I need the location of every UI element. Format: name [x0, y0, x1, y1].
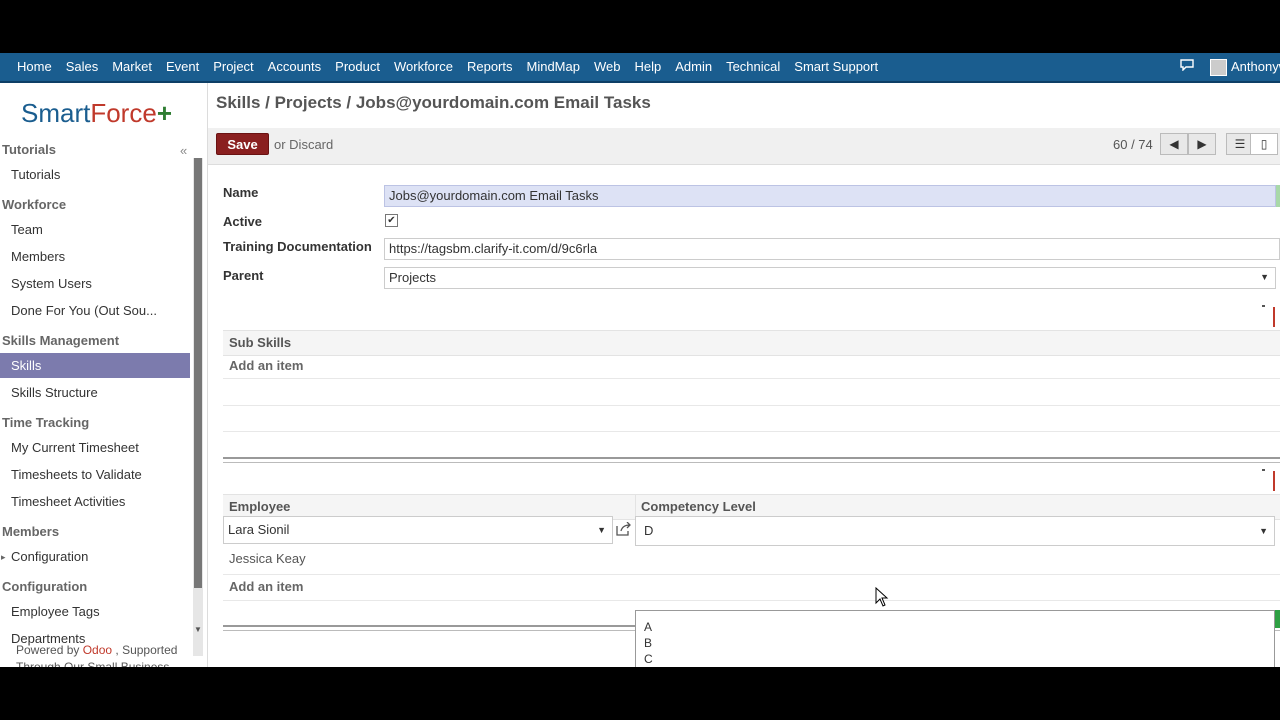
- name-field-edge: [1276, 185, 1280, 207]
- caret-right-icon: ▸: [1, 552, 6, 562]
- competency-level-select[interactable]: D ▼: [635, 516, 1275, 546]
- row-divider: [223, 600, 1280, 601]
- parent-select[interactable]: Projects ▼: [384, 267, 1276, 289]
- active-label: Active: [223, 214, 263, 229]
- sidebar-item-employee-tags[interactable]: Employee Tags: [11, 604, 100, 619]
- dot-marker: [1262, 469, 1265, 471]
- sidebar-scrollbar[interactable]: [193, 158, 203, 656]
- pager-counter: 60 / 74: [1113, 137, 1153, 152]
- dropdown-option-c[interactable]: C: [636, 651, 1274, 667]
- next-record-button[interactable]: ▶: [1188, 133, 1216, 155]
- training-documentation-label: Training Documentation: [223, 239, 372, 254]
- sub-skills-add-item[interactable]: Add an item: [229, 358, 303, 373]
- chat-icon[interactable]: [1180, 59, 1196, 73]
- chevron-down-icon: ▼: [597, 525, 606, 535]
- sidebar-item-skills-structure[interactable]: Skills Structure: [11, 385, 98, 400]
- menu-smart-support[interactable]: Smart Support: [787, 53, 885, 81]
- menu-admin[interactable]: Admin: [668, 53, 719, 81]
- dropdown-option-a[interactable]: A: [636, 619, 1274, 635]
- breadcrumb: Skills / Projects / Jobs@yourdomain.com …: [216, 93, 651, 112]
- user-menu[interactable]: Anthonyw: [1231, 53, 1280, 80]
- sidebar-item-tutorials[interactable]: Tutorials: [11, 167, 60, 182]
- menu-accounts[interactable]: Accounts: [261, 53, 328, 81]
- training-documentation-field[interactable]: https://tagsbm.clarify-it.com/d/9c6rla: [384, 238, 1280, 260]
- employee-row-name[interactable]: Jessica Keay: [229, 551, 306, 566]
- active-checkbox[interactable]: ✔: [385, 214, 398, 227]
- sidebar-heading-tutorials[interactable]: Tutorials: [2, 142, 56, 157]
- sidebar-item-timesheets-to-validate[interactable]: Timesheets to Validate: [11, 467, 142, 482]
- top-navigation-bar: Home Sales Market Event Project Accounts…: [0, 53, 1280, 83]
- sidebar-item-my-timesheet[interactable]: My Current Timesheet: [11, 440, 139, 455]
- sidebar-item-timesheet-activities[interactable]: Timesheet Activities: [11, 494, 125, 509]
- menu-help[interactable]: Help: [627, 53, 668, 81]
- menu-product[interactable]: Product: [328, 53, 387, 81]
- menu-workforce[interactable]: Workforce: [387, 53, 460, 81]
- odoo-link[interactable]: Odoo: [83, 643, 112, 657]
- name-field[interactable]: Jobs@yourdomain.com Email Tasks: [384, 185, 1276, 207]
- table-bottom-border: [223, 462, 1280, 463]
- column-competency-level[interactable]: Competency Level: [641, 499, 756, 514]
- parent-label: Parent: [223, 268, 264, 283]
- employee-select[interactable]: Lara Sionil ▼: [223, 516, 613, 544]
- column-employee[interactable]: Employee: [229, 499, 290, 514]
- delete-marker-icon[interactable]: [1273, 471, 1280, 491]
- sidebar-heading-time-tracking[interactable]: Time Tracking: [2, 415, 89, 430]
- dropdown-option-b[interactable]: B: [636, 635, 1274, 651]
- row-divider: [223, 431, 1280, 432]
- form-view-button[interactable]: ▯: [1250, 133, 1278, 155]
- sidebar-item-members[interactable]: Members: [11, 249, 65, 264]
- sidebar-item-configuration[interactable]: Configuration: [11, 549, 88, 564]
- logo: SmartForce+: [21, 98, 172, 128]
- external-link-icon[interactable]: [616, 521, 632, 536]
- menu-project[interactable]: Project: [206, 53, 260, 81]
- collapse-sidebar-icon[interactable]: «: [180, 143, 187, 158]
- menu-mindmap[interactable]: MindMap: [520, 53, 587, 81]
- competency-level-dropdown: A B C D E: [635, 610, 1275, 667]
- dropdown-edge-marker: [1275, 610, 1280, 628]
- chevron-down-icon: ▼: [1259, 526, 1268, 536]
- sidebar-item-done-for-you[interactable]: Done For You (Out Sou...: [11, 303, 157, 318]
- avatar[interactable]: [1210, 59, 1227, 76]
- powered-by-text: Powered by Odoo , Supported Through Our …: [16, 643, 178, 667]
- employees-add-item[interactable]: Add an item: [229, 579, 303, 594]
- sidebar-heading-members[interactable]: Members: [2, 524, 59, 539]
- menu-event[interactable]: Event: [159, 53, 206, 81]
- sidebar: SmartForce+ « Tutorials Tutorials Workfo…: [0, 83, 208, 667]
- table-bottom-border: [223, 457, 1280, 459]
- name-label: Name: [223, 185, 259, 200]
- discard-link[interactable]: or Discard: [274, 137, 333, 152]
- menu-sales[interactable]: Sales: [59, 53, 106, 81]
- row-divider: [223, 574, 1280, 575]
- sidebar-heading-skills-management[interactable]: Skills Management: [2, 333, 119, 348]
- form-toolbar: Save or Discard 60 / 74 ◀ ▶ ☰ ▯: [208, 128, 1280, 165]
- menu-web[interactable]: Web: [587, 53, 628, 81]
- sidebar-heading-configuration[interactable]: Configuration: [2, 579, 87, 594]
- sidebar-item-system-users[interactable]: System Users: [11, 276, 92, 291]
- sub-skills-header: Sub Skills: [223, 330, 1280, 356]
- save-button[interactable]: Save: [216, 133, 269, 155]
- chevron-down-icon: ▼: [1260, 272, 1269, 282]
- row-divider: [223, 378, 1280, 379]
- app-window: Home Sales Market Event Project Accounts…: [0, 53, 1280, 667]
- menu-home[interactable]: Home: [10, 53, 59, 81]
- menu-technical[interactable]: Technical: [719, 53, 787, 81]
- menu-market[interactable]: Market: [105, 53, 159, 81]
- delete-marker-icon[interactable]: [1273, 307, 1280, 327]
- dot-marker: [1262, 305, 1265, 307]
- sidebar-heading-workforce[interactable]: Workforce: [2, 197, 66, 212]
- main-menu: Home Sales Market Event Project Accounts…: [10, 53, 885, 81]
- previous-record-button[interactable]: ◀: [1160, 133, 1188, 155]
- sidebar-item-skills[interactable]: Skills: [0, 353, 190, 378]
- scroll-down-icon[interactable]: ▼: [194, 625, 202, 634]
- sidebar-item-team[interactable]: Team: [11, 222, 43, 237]
- mouse-cursor-icon: [875, 587, 889, 607]
- scrollbar-thumb[interactable]: [194, 158, 202, 588]
- menu-reports[interactable]: Reports: [460, 53, 520, 81]
- row-divider: [223, 405, 1280, 406]
